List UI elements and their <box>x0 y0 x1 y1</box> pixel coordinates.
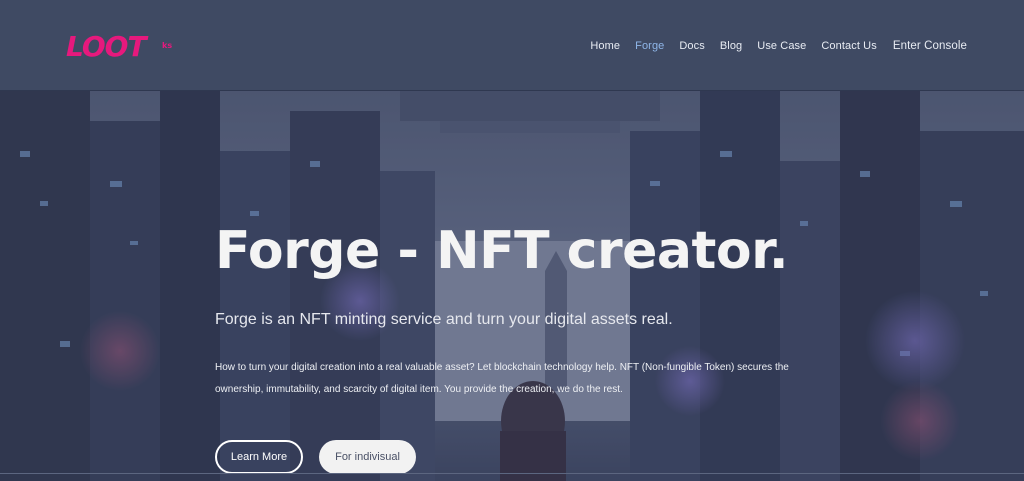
learn-more-button[interactable]: Learn More <box>215 440 303 474</box>
hero-background-image <box>0 91 1024 481</box>
nav-docs[interactable]: Docs <box>679 40 704 52</box>
nav-forge[interactable]: Forge <box>635 40 664 52</box>
hero-section: Forge - NFT creator. Forge is an NFT min… <box>0 91 1024 481</box>
section-divider <box>0 473 1024 474</box>
enter-console-link[interactable]: Enter Console <box>893 40 967 52</box>
svg-text:ks: ks <box>162 41 172 50</box>
loot-logo[interactable]: LOOT ks <box>66 30 178 64</box>
hero-description: How to turn your digital creation into a… <box>215 362 789 395</box>
hero-subtitle: Forge is an NFT minting service and turn… <box>215 311 673 328</box>
for-individual-button[interactable]: For indivisual <box>319 440 416 474</box>
main-nav: Home Forge Docs Blog Use Case Contact Us… <box>575 40 967 52</box>
hero-title: Forge - NFT creator. <box>215 221 789 281</box>
top-navbar: LOOT ks Home Forge Docs Blog Use Case Co… <box>0 0 1024 91</box>
nav-contact-us[interactable]: Contact Us <box>821 40 876 52</box>
nav-blog[interactable]: Blog <box>720 40 742 52</box>
nav-home[interactable]: Home <box>590 40 620 52</box>
nav-use-case[interactable]: Use Case <box>757 40 806 52</box>
svg-text:LOOT: LOOT <box>66 30 148 63</box>
